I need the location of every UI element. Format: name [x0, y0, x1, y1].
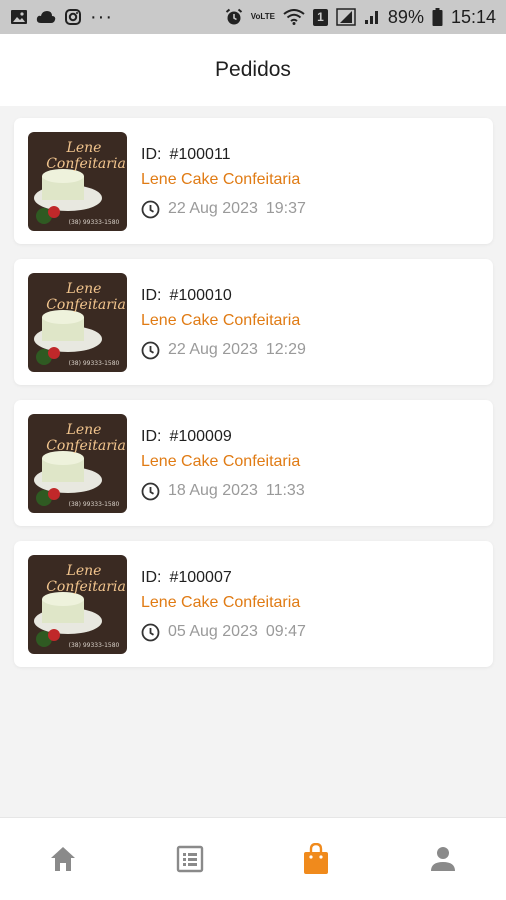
store-logo-thumbnail: Lene Confeitaria (38) 99333-1580 [28, 132, 127, 231]
order-datetime-row: 22 Aug 2023 19:37 [141, 198, 306, 220]
store-logo-thumbnail: Lene Confeitaria (38) 99333-1580 [28, 414, 127, 513]
order-info: ID: #100007 Lene Cake Confeitaria 05 Aug… [141, 567, 306, 643]
sim-badge-icon: 1 [312, 8, 328, 26]
order-id-label: ID: [141, 287, 162, 304]
logo-line1: Lene [66, 140, 102, 156]
order-date: 18 Aug 2023 [168, 482, 258, 499]
order-info: ID: #100009 Lene Cake Confeitaria 18 Aug… [141, 426, 305, 502]
home-icon[interactable] [48, 845, 78, 873]
store-logo-image: Lene Confeitaria (38) 99333-1580 [28, 555, 127, 654]
order-date: 22 Aug 2023 [168, 200, 258, 217]
volte-label: VoLTE [250, 12, 275, 21]
order-date: 22 Aug 2023 [168, 341, 258, 358]
wifi-icon [283, 9, 305, 25]
status-bar: ··· VoLTE 1 89% 15:14 [0, 0, 506, 34]
order-time: 09:47 [265, 623, 306, 640]
nav-profile[interactable] [380, 818, 506, 900]
app-header: Pedidos [0, 34, 506, 106]
more-dots-icon: ··· [90, 6, 113, 28]
page-title: Pedidos [215, 58, 291, 81]
store-logo-thumbnail: Lene Confeitaria (38) 99333-1580 [28, 273, 127, 372]
order-id-row: ID: #100010 [141, 285, 306, 307]
logo-line2: Confeitaria [46, 579, 126, 595]
order-date: 05 Aug 2023 [168, 623, 258, 640]
order-id: #100009 [169, 428, 232, 445]
order-datetime-row: 05 Aug 2023 09:47 [141, 621, 306, 643]
shopping-bag-icon[interactable] [302, 843, 330, 875]
instagram-icon [64, 8, 82, 26]
alarm-icon [225, 8, 243, 26]
order-id-row: ID: #100009 [141, 426, 305, 448]
clock-time: 15:14 [450, 6, 496, 27]
order-card[interactable]: Lene Confeitaria (38) 99333-1580 ID: #10… [14, 400, 493, 526]
store-logo-image: Lene Confeitaria (38) 99333-1580 [28, 273, 127, 372]
order-datetime-row: 22 Aug 2023 12:29 [141, 339, 306, 361]
logo-phone: (38) 99333-1580 [69, 219, 120, 226]
list-icon[interactable] [176, 845, 204, 873]
image-icon [10, 9, 28, 25]
logo-line1: Lene [66, 422, 102, 438]
clock-icon [141, 623, 160, 642]
order-id: #100011 [169, 146, 231, 163]
nav-home[interactable] [0, 818, 127, 900]
status-bar-right: VoLTE 1 89% 15:14 [225, 7, 496, 28]
clock-icon [141, 200, 160, 219]
bottom-nav [0, 817, 506, 900]
order-id-row: ID: #100011 [141, 144, 306, 166]
logo-line1: Lene [66, 563, 102, 579]
store-name: Lene Cake Confeitaria [141, 312, 301, 329]
logo-phone: (38) 99333-1580 [69, 501, 120, 508]
logo-line2: Confeitaria [46, 297, 126, 313]
order-id: #100007 [169, 569, 232, 586]
order-time: 19:37 [265, 200, 306, 217]
logo-line2: Confeitaria [46, 438, 126, 454]
order-time: 12:29 [265, 341, 306, 358]
order-card[interactable]: Lene Confeitaria (38) 99333-1580 ID: #10… [14, 259, 493, 385]
status-bar-left: ··· [10, 7, 113, 27]
person-icon[interactable] [429, 845, 457, 873]
order-datetime-row: 18 Aug 2023 11:33 [141, 480, 305, 502]
order-id-label: ID: [141, 569, 162, 586]
signal-bars-icon [364, 9, 380, 25]
sim-badge-number: 1 [317, 10, 324, 24]
battery-icon [432, 8, 443, 26]
order-id-label: ID: [141, 146, 162, 163]
clock-icon [141, 341, 160, 360]
store-logo-image: Lene Confeitaria (38) 99333-1580 [28, 132, 127, 231]
order-id-row: ID: #100007 [141, 567, 306, 589]
signal-icon [336, 8, 356, 26]
order-id: #100010 [169, 287, 232, 304]
order-id-label: ID: [141, 428, 162, 445]
clock-icon [141, 482, 160, 501]
nav-list[interactable] [127, 818, 254, 900]
logo-phone: (38) 99333-1580 [69, 642, 120, 649]
store-name: Lene Cake Confeitaria [141, 594, 301, 611]
cloud-icon [36, 10, 56, 24]
nav-orders[interactable] [253, 818, 380, 900]
store-logo-thumbnail: Lene Confeitaria (38) 99333-1580 [28, 555, 127, 654]
order-info: ID: #100011 Lene Cake Confeitaria 22 Aug… [141, 144, 306, 220]
store-name: Lene Cake Confeitaria [141, 171, 301, 188]
logo-phone: (38) 99333-1580 [69, 360, 120, 367]
order-info: ID: #100010 Lene Cake Confeitaria 22 Aug… [141, 285, 306, 361]
order-card[interactable]: Lene Confeitaria (38) 99333-1580 ID: #10… [14, 541, 493, 667]
store-logo-image: Lene Confeitaria (38) 99333-1580 [28, 414, 127, 513]
order-card[interactable]: Lene Confeitaria (38) 99333-1580 ID: #10… [14, 118, 493, 244]
logo-line2: Confeitaria [46, 156, 126, 172]
order-time: 11:33 [265, 482, 305, 499]
volte-icon: VoLTE [251, 13, 275, 21]
logo-line1: Lene [66, 281, 102, 297]
store-name: Lene Cake Confeitaria [141, 453, 301, 470]
battery-percent: 89% [387, 6, 424, 27]
